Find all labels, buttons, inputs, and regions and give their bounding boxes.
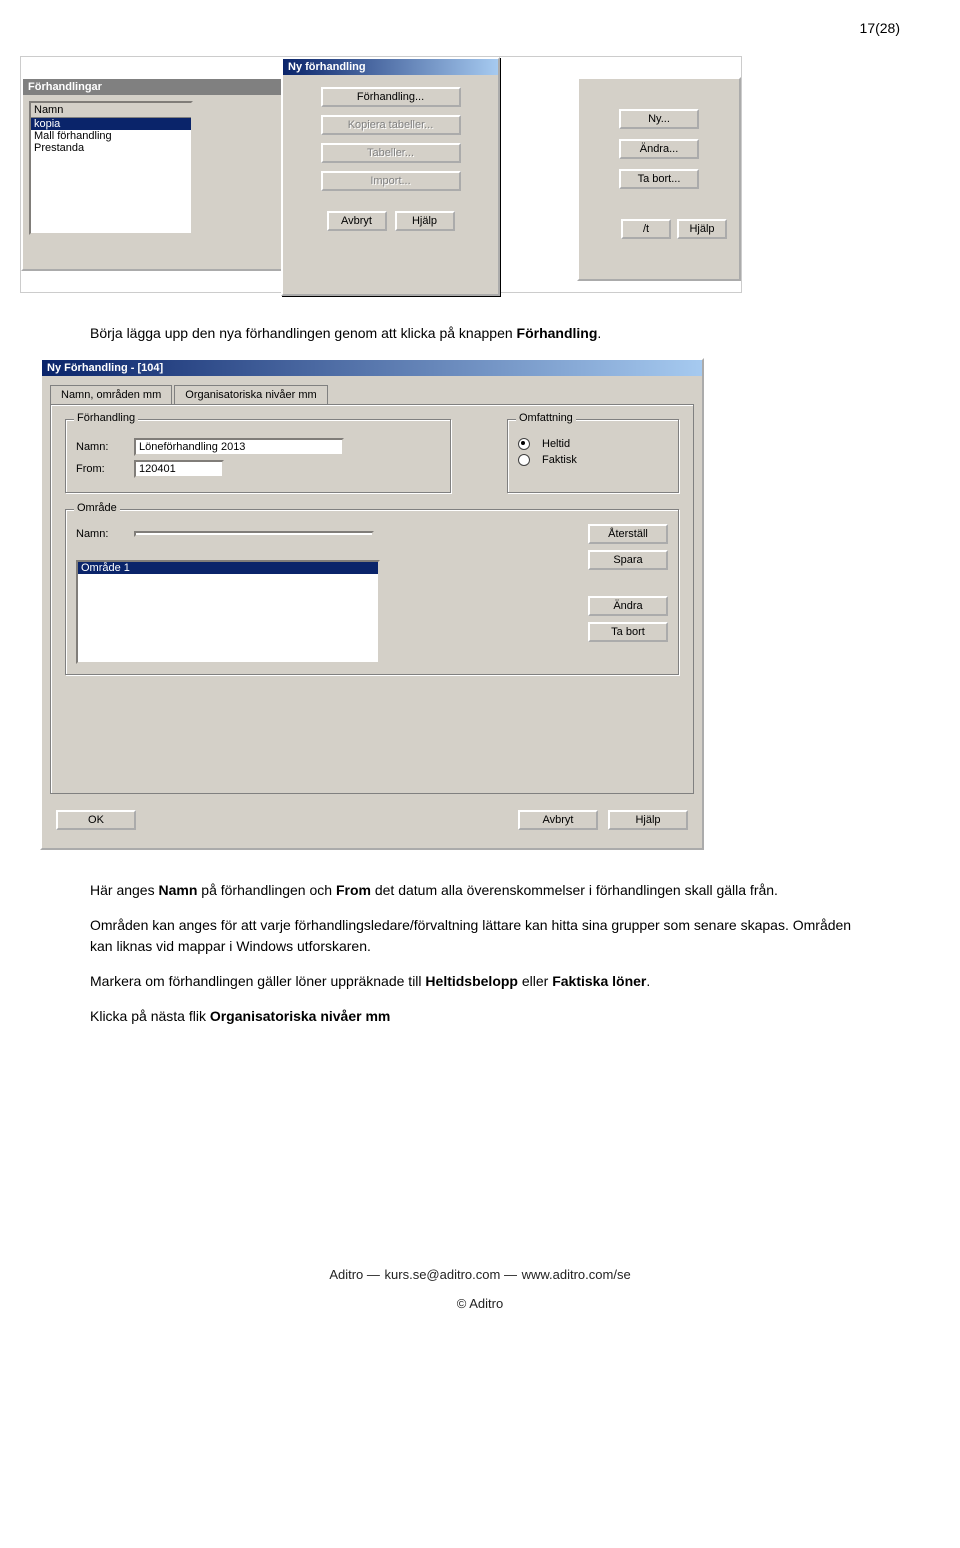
paragraph-3: Områden kan anges för att varje förhandl… <box>90 915 870 957</box>
tabeller-button: Tabeller... <box>321 143 461 163</box>
hjalp-button[interactable]: Hjälp <box>677 219 727 239</box>
titlebar-ny-forhandling-104: Ny Förhandling - [104] <box>42 360 702 376</box>
paragraph-4: Markera om förhandlingen gäller löner up… <box>90 971 870 992</box>
text-bold: Faktiska löner <box>552 973 646 989</box>
text-bold: Förhandling <box>517 325 598 341</box>
text-bold: From <box>336 882 371 898</box>
radio-label: Faktisk <box>542 454 577 466</box>
text: eller <box>518 973 552 989</box>
text: på förhandlingen och <box>197 882 336 898</box>
forhandling-button[interactable]: Förhandling... <box>321 87 461 107</box>
list-item[interactable]: Mall förhandling <box>31 130 191 142</box>
tab-organisatoriska[interactable]: Organisatoriska nivåer mm <box>174 385 327 404</box>
list-item[interactable]: kopia <box>31 118 191 130</box>
list-forhandlingar[interactable]: Namn kopia Mall förhandling Prestanda <box>29 101 193 235</box>
avbryt-button[interactable]: Avbryt <box>327 211 387 231</box>
tab-namn-omraden[interactable]: Namn, områden mm <box>50 385 172 405</box>
hjalp-button[interactable]: Hjälp <box>395 211 455 231</box>
window-side-buttons: Ny... Ändra... Ta bort... /t Hjälp <box>577 77 741 281</box>
window-forhandlingar: Förhandlingar Namn kopia Mall förhandlin… <box>21 77 285 271</box>
page-number: 17(28) <box>0 0 960 46</box>
footer-copyright: © Aditro <box>0 1296 960 1311</box>
avbryt-cut-button[interactable]: /t <box>621 219 671 239</box>
dialog-ny-forhandling: Ny förhandling Förhandling... Kopiera ta… <box>281 57 500 296</box>
group-forhandling: Förhandling <box>74 412 138 424</box>
titlebar-ny-forhandling: Ny förhandling <box>283 59 498 75</box>
footer-company: Aditro <box>329 1267 363 1282</box>
text: Markera om förhandlingen gäller löner up… <box>90 973 425 989</box>
ny-button[interactable]: Ny... <box>619 109 699 129</box>
radio-faktisk[interactable]: Faktisk <box>518 454 668 466</box>
paragraph-1: Börja lägga upp den nya förhandlingen ge… <box>90 323 870 344</box>
list-omraden[interactable]: Område 1 <box>76 560 380 664</box>
tabort-button[interactable]: Ta bort <box>588 622 668 642</box>
radio-dot-icon <box>518 438 530 450</box>
radio-dot-icon <box>518 454 530 466</box>
ok-button[interactable]: OK <box>56 810 136 830</box>
text: Börja lägga upp den nya förhandlingen ge… <box>90 325 517 341</box>
label-namn: Namn: <box>76 441 126 453</box>
tabort-button[interactable]: Ta bort... <box>619 169 699 189</box>
avbryt-button[interactable]: Avbryt <box>518 810 598 830</box>
spara-button[interactable]: Spara <box>588 550 668 570</box>
kopiera-tabeller-button: Kopiera tabeller... <box>321 115 461 135</box>
text: . <box>597 325 601 341</box>
aterstall-button[interactable]: Återställ <box>588 524 668 544</box>
paragraph-2: Här anges Namn på förhandlingen och From… <box>90 880 870 901</box>
screenshot-1: Förhandlingar Namn kopia Mall förhandlin… <box>20 56 742 293</box>
input-omrade-namn[interactable] <box>134 531 374 537</box>
text: Här anges <box>90 882 158 898</box>
import-button: Import... <box>321 171 461 191</box>
radio-label: Heltid <box>542 438 570 450</box>
andra-button[interactable]: Ändra... <box>619 139 699 159</box>
separator-icon: — <box>504 1267 518 1282</box>
text: . <box>646 973 650 989</box>
group-omfattning: Omfattning <box>516 412 576 424</box>
text-bold: Organisatoriska nivåer mm <box>210 1008 391 1024</box>
group-omrade: Område <box>74 502 120 514</box>
input-from[interactable]: 120401 <box>134 460 224 478</box>
list-item[interactable]: Prestanda <box>31 142 191 154</box>
input-namn[interactable]: Löneförhandling 2013 <box>134 438 344 456</box>
radio-heltid[interactable]: Heltid <box>518 438 668 450</box>
list-item[interactable]: Område 1 <box>78 562 378 574</box>
paragraph-5: Klicka på nästa flik Organisatoriska niv… <box>90 1006 870 1027</box>
label-from: From: <box>76 463 126 475</box>
separator-icon: — <box>367 1267 381 1282</box>
text-bold: Heltidsbelopp <box>425 973 518 989</box>
text: Klicka på nästa flik <box>90 1008 210 1024</box>
titlebar-forhandlingar: Förhandlingar <box>23 79 283 95</box>
hjalp-button[interactable]: Hjälp <box>608 810 688 830</box>
label-omrade-namn: Namn: <box>76 528 126 540</box>
text: det datum alla överenskommelser i förhan… <box>371 882 778 898</box>
footer: Aditro — kurs.se@aditro.com — www.aditro… <box>0 1267 960 1341</box>
footer-email: kurs.se@aditro.com <box>385 1267 501 1282</box>
list-header: Namn <box>31 103 191 118</box>
andra-button[interactable]: Ändra <box>588 596 668 616</box>
text-bold: Namn <box>158 882 197 898</box>
footer-url: www.aditro.com/se <box>522 1267 631 1282</box>
screenshot-2: Ny Förhandling - [104] Namn, områden mm … <box>40 358 704 850</box>
